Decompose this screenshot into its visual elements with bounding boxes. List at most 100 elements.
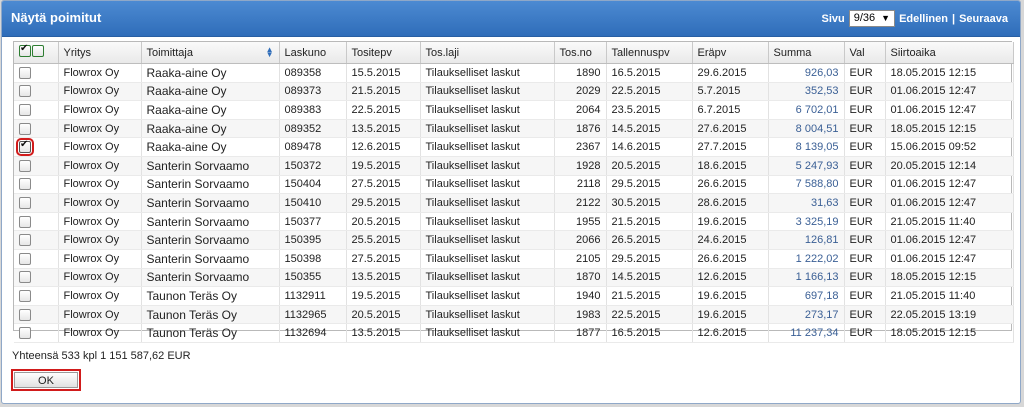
next-page-link[interactable]: Seuraava [959, 13, 1008, 25]
table-row[interactable]: Flowrox Oy Raaka-aine Oy 089373 21.5.2015 Ti… [14, 82, 1014, 102]
table-cell: Raaka-aine Oy [141, 82, 280, 102]
table-cell: 1 222,02 [768, 249, 845, 269]
table-cell: Taunon Teräs Oy [141, 286, 280, 306]
page-select-value: 9/36 [853, 12, 876, 24]
row-checkbox[interactable] [19, 289, 31, 302]
table-row[interactable]: Flowrox Oy Santerin Sorvaamo 150404 27.5.20… [14, 175, 1014, 195]
table-cell: Tilaukselliset laskut [420, 156, 555, 176]
table-cell: 28.6.2015 [692, 193, 769, 213]
row-select-cell [14, 249, 59, 269]
table-cell: 18.05.2015 12:15 [885, 323, 1014, 343]
table-cell: 21.05.2015 11:40 [885, 286, 1014, 306]
table-cell: 697,18 [768, 286, 845, 306]
row-checkbox[interactable] [19, 252, 31, 265]
table-cell: EUR [844, 82, 886, 102]
table-cell: 7 588,80 [768, 175, 845, 195]
table-cell: 1940 [554, 286, 607, 306]
column-header[interactable]: Tallennuspv [606, 42, 693, 64]
table-cell: 22.5.2015 [606, 82, 693, 102]
invoice-grid: Yritys Toimittaja ▲▼ Laskuno Tositepv To… [13, 41, 1014, 343]
row-checkbox[interactable] [19, 197, 31, 209]
table-cell: Tilaukselliset laskut [420, 193, 555, 213]
table-cell: 2066 [554, 230, 607, 250]
table-cell: 11 237,34 [768, 323, 845, 343]
table-row[interactable]: Flowrox Oy Santerin Sorvaamo 150410 29.5.20… [14, 193, 1014, 213]
column-header[interactable]: Tos.laji [420, 42, 555, 64]
table-row[interactable]: Flowrox OyRaaka-aine Oy08947812.6.2015Ti… [14, 137, 1014, 157]
table-cell: 150355 [279, 268, 347, 288]
table-row[interactable]: Flowrox Oy Taunon Teräs Oy 1132694 13.5.201… [14, 323, 1014, 343]
table-cell: 1870 [554, 268, 607, 288]
row-select-cell [14, 119, 59, 139]
select-all-checkbox[interactable] [19, 43, 31, 57]
table-row[interactable]: Flowrox Oy Santerin Sorvaamo 150398 27.5.20… [14, 249, 1014, 269]
table-header-row: Yritys Toimittaja ▲▼ Laskuno Tositepv To… [14, 42, 1014, 64]
table-cell: 150404 [279, 175, 347, 195]
column-header[interactable]: Val [844, 42, 886, 64]
row-select-cell [14, 156, 59, 176]
table-cell: 18.05.2015 12:15 [885, 119, 1014, 139]
column-header[interactable]: Tositepv [346, 42, 421, 64]
table-cell: 8 004,51 [768, 119, 845, 139]
table-cell: 5.7.2015 [692, 82, 769, 102]
table-cell: Tilaukselliset laskut [420, 305, 555, 325]
table-cell: EUR [844, 175, 886, 195]
table-cell: 12.6.2015 [346, 137, 421, 157]
row-checkbox[interactable] [19, 122, 31, 135]
row-checkbox[interactable] [19, 66, 31, 79]
column-header[interactable]: Tos.no [554, 42, 607, 64]
column-header[interactable]: Siirtoaika [885, 42, 1014, 64]
pager-label: Sivu [821, 12, 845, 25]
page-select[interactable]: 9/36 ▼ [848, 10, 896, 27]
column-header[interactable]: Yritys [58, 42, 142, 64]
table-cell: 150372 [279, 156, 347, 176]
ok-button[interactable]: OK [11, 369, 81, 391]
table-cell: Tilaukselliset laskut [420, 63, 555, 83]
column-header[interactable]: Laskuno [279, 42, 347, 64]
table-row[interactable]: Flowrox Oy Raaka-aine Oy 089352 13.5.2015 Ti… [14, 119, 1014, 139]
select-all-header [14, 42, 59, 64]
table-cell: 150410 [279, 193, 347, 213]
table-cell: 22.05.2015 13:19 [885, 305, 1014, 325]
row-checkbox[interactable] [19, 85, 31, 98]
table-cell: 2105 [554, 249, 607, 269]
deselect-all-checkbox[interactable] [32, 45, 44, 57]
table-cell: Flowrox Oy [58, 268, 142, 288]
row-checkbox[interactable] [19, 327, 31, 340]
row-checkbox[interactable] [19, 159, 31, 172]
row-checkbox[interactable] [19, 271, 31, 284]
row-checkbox[interactable] [16, 138, 34, 156]
table-cell: 19.6.2015 [692, 212, 769, 232]
column-header[interactable]: Eräpv [692, 42, 769, 64]
table-cell: 1983 [554, 305, 607, 325]
previous-page-link[interactable]: Edellinen [899, 13, 948, 25]
table-cell: 1877 [554, 323, 607, 343]
table-row[interactable]: Flowrox Oy Taunon Teräs Oy 1132965 20.5.201… [14, 305, 1014, 325]
table-cell: EUR [844, 137, 886, 157]
row-checkbox[interactable] [19, 234, 31, 247]
table-row[interactable]: Flowrox Oy Santerin Sorvaamo 150355 13.5.20… [14, 268, 1014, 288]
table-cell: 25.5.2015 [346, 230, 421, 250]
table-row[interactable]: Flowrox Oy Santerin Sorvaamo 150372 19.5.20… [14, 156, 1014, 176]
table-cell: EUR [844, 156, 886, 176]
table-cell: EUR [844, 100, 886, 120]
table-cell: 3 325,19 [768, 212, 845, 232]
dropdown-arrow-icon: ▼ [881, 13, 891, 23]
table-cell: Santerin Sorvaamo [141, 156, 280, 176]
column-header-sorted[interactable]: Toimittaja ▲ ▼ [141, 42, 280, 64]
row-checkbox[interactable] [19, 215, 31, 228]
table-cell: 20.5.2015 [606, 156, 693, 176]
table-row[interactable]: Flowrox Oy Raaka-aine Oy 089358 15.5.2015 Ti… [14, 63, 1014, 83]
row-checkbox[interactable] [19, 178, 31, 191]
row-checkbox[interactable] [19, 308, 31, 321]
table-cell: 21.5.2015 [606, 286, 693, 306]
table-row[interactable]: Flowrox Oy Raaka-aine Oy 089383 22.5.2015 Ti… [14, 100, 1014, 120]
table-cell: Flowrox Oy [58, 137, 142, 157]
table-row[interactable]: Flowrox Oy Taunon Teräs Oy 1132911 19.5.201… [14, 286, 1014, 306]
column-header[interactable]: Summa [768, 42, 845, 64]
table-row[interactable]: Flowrox Oy Santerin Sorvaamo 150395 25.5.20… [14, 230, 1014, 250]
table-cell: 29.5.2015 [346, 193, 421, 213]
table-cell: 6 702,01 [768, 100, 845, 120]
table-row[interactable]: Flowrox Oy Santerin Sorvaamo 150377 20.5.20… [14, 212, 1014, 232]
row-checkbox[interactable] [19, 104, 31, 117]
